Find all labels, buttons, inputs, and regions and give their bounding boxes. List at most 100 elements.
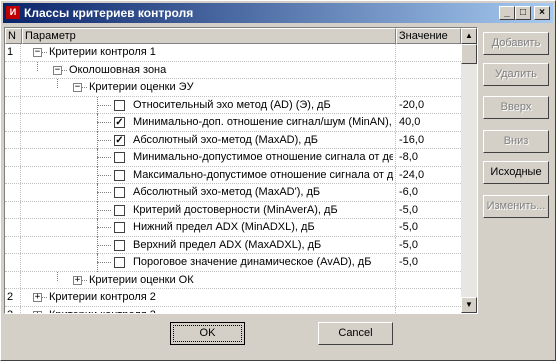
- window-title: Классы критериев контроля: [24, 6, 194, 20]
- row-value[interactable]: -6,0: [395, 184, 461, 201]
- criterion-checkbox[interactable]: [114, 152, 125, 163]
- table-row[interactable]: 1 − Критерии контроля 1: [5, 44, 461, 62]
- row-value[interactable]: -16,0: [395, 131, 461, 148]
- row-value[interactable]: [395, 79, 461, 96]
- table-row[interactable]: Нижний предел ADX (MinADXL), дБ -5,0: [5, 219, 461, 237]
- cancel-button[interactable]: Cancel: [318, 322, 393, 345]
- tree-connector: [57, 271, 58, 281]
- tree-connector: [97, 201, 98, 219]
- table-row[interactable]: 2 + Критерии контроля 2: [5, 289, 461, 307]
- row-number: [5, 236, 21, 253]
- criterion-checkbox[interactable]: [114, 204, 125, 216]
- move-down-button[interactable]: Вниз: [483, 130, 549, 153]
- row-number: [5, 114, 21, 131]
- row-label: Критерии контроля 1: [49, 46, 156, 58]
- row-value[interactable]: [395, 44, 461, 61]
- close-button[interactable]: ×: [534, 6, 550, 20]
- tree-connector: [97, 139, 111, 141]
- criterion-checkbox[interactable]: [114, 257, 125, 268]
- row-value[interactable]: [395, 271, 461, 288]
- row-number: [5, 201, 21, 218]
- scroll-thumb[interactable]: [461, 44, 477, 64]
- table-row[interactable]: ✓ Абсолютный эхо-метод (MaxAD), дБ -16,0: [5, 131, 461, 149]
- tree-connector: [97, 104, 111, 106]
- row-number: [5, 61, 21, 78]
- table-row[interactable]: Абсолютный эхо-метод (MaxAD'), дБ -6,0: [5, 184, 461, 202]
- row-value[interactable]: -5,0: [395, 201, 461, 218]
- tree-connector: [37, 61, 38, 71]
- tree-connector: [97, 244, 111, 246]
- row-number: [5, 131, 21, 148]
- row-number: [5, 219, 21, 236]
- table-row[interactable]: Минимально-допустимое отношение сигнала …: [5, 149, 461, 167]
- tree-connector: [97, 149, 98, 167]
- row-value[interactable]: [395, 306, 461, 313]
- ok-button[interactable]: OK: [170, 322, 245, 345]
- tree-connector: [97, 96, 98, 114]
- criterion-checkbox[interactable]: [114, 99, 125, 111]
- row-value[interactable]: [395, 61, 461, 78]
- criterion-checkbox[interactable]: [114, 239, 125, 251]
- scroll-down-button[interactable]: ▼: [461, 297, 477, 313]
- row-value[interactable]: -5,0: [395, 219, 461, 236]
- table-row[interactable]: − Околошовная зона: [5, 61, 461, 79]
- row-number: [5, 149, 21, 166]
- title-bar[interactable]: И Классы критериев контроля _ □ ×: [3, 3, 553, 23]
- row-number: [5, 166, 21, 183]
- row-label: Нижний предел ADX (MinADXL), дБ: [133, 221, 315, 233]
- column-header-num[interactable]: N: [5, 28, 22, 44]
- table-row[interactable]: Максимально-допустимое отношение сигнала…: [5, 166, 461, 184]
- table-row[interactable]: Верхний предел ADX (MaxADXL), дБ -5,0: [5, 236, 461, 254]
- table-row[interactable]: Относительный эхо метод (AD) (Э), дБ -20,…: [5, 96, 461, 114]
- row-label: Околошовная зона: [69, 63, 167, 76]
- table-row[interactable]: + Критерии оценки ОК: [5, 271, 461, 289]
- row-value[interactable]: [395, 289, 461, 306]
- delete-button[interactable]: Удалить: [483, 63, 549, 86]
- tree-connector: [42, 52, 47, 53]
- maximize-button[interactable]: □: [515, 6, 531, 20]
- ok-button-label: OK: [173, 325, 242, 342]
- dialog-window: И Классы критериев контроля _ □ × N Пара…: [0, 0, 556, 361]
- criterion-checkbox[interactable]: ✓: [114, 117, 125, 128]
- column-header-param[interactable]: Параметр: [22, 28, 396, 44]
- row-value[interactable]: -20,0: [395, 96, 461, 113]
- tree-connector: [97, 131, 98, 149]
- expand-icon[interactable]: +: [73, 275, 82, 285]
- move-up-button[interactable]: Вверх: [483, 96, 549, 119]
- table-row[interactable]: ✓ Минимально-доп. отношение сигнал/шум (M…: [5, 114, 461, 132]
- row-value[interactable]: 40,0: [395, 114, 461, 131]
- row-label: Абсолютный эхо-метод (MaxAD'), дБ: [133, 186, 321, 198]
- row-number: [5, 184, 21, 201]
- scroll-up-button[interactable]: ▲: [461, 28, 477, 44]
- criteria-table: N Параметр Значение 1− Критерии контроля …: [4, 27, 478, 314]
- vertical-scrollbar[interactable]: ▲ ▼: [461, 28, 477, 313]
- add-button[interactable]: Добавить: [483, 32, 549, 55]
- table-row[interactable]: Критерий достоверности (MinAverA), дБ -5,…: [5, 201, 461, 219]
- criterion-checkbox[interactable]: [114, 222, 125, 233]
- collapse-icon[interactable]: −: [73, 83, 82, 92]
- collapse-icon[interactable]: −: [33, 48, 42, 57]
- row-value[interactable]: -5,0: [395, 236, 461, 253]
- minimize-button[interactable]: _: [499, 6, 515, 20]
- tree-connector: [97, 254, 98, 272]
- tree-connector: [97, 219, 98, 237]
- table-row[interactable]: 3 + Критерии контроля 3: [5, 306, 461, 313]
- criterion-checkbox[interactable]: ✓: [114, 134, 125, 146]
- table-row[interactable]: − Критерии оценки ЭУ: [5, 79, 461, 97]
- column-header-value[interactable]: Значение: [396, 28, 461, 44]
- row-value[interactable]: -8,0: [395, 149, 461, 166]
- row-number: [5, 79, 21, 96]
- expand-icon[interactable]: +: [33, 293, 42, 302]
- collapse-icon[interactable]: −: [53, 65, 62, 75]
- tree-connector: [97, 122, 111, 123]
- defaults-button[interactable]: Исходные: [483, 161, 549, 184]
- criterion-checkbox[interactable]: [114, 187, 125, 198]
- row-label: Критерии оценки ОК: [89, 273, 194, 286]
- criterion-checkbox[interactable]: [114, 169, 125, 181]
- table-row[interactable]: Пороговое значение динамическое (AvAD), …: [5, 254, 461, 272]
- expand-icon[interactable]: +: [33, 310, 42, 313]
- edit-button[interactable]: Изменить...: [483, 195, 549, 218]
- row-value[interactable]: -24,0: [395, 166, 461, 183]
- row-value[interactable]: -5,0: [395, 254, 461, 271]
- tree-connector: [57, 79, 58, 88]
